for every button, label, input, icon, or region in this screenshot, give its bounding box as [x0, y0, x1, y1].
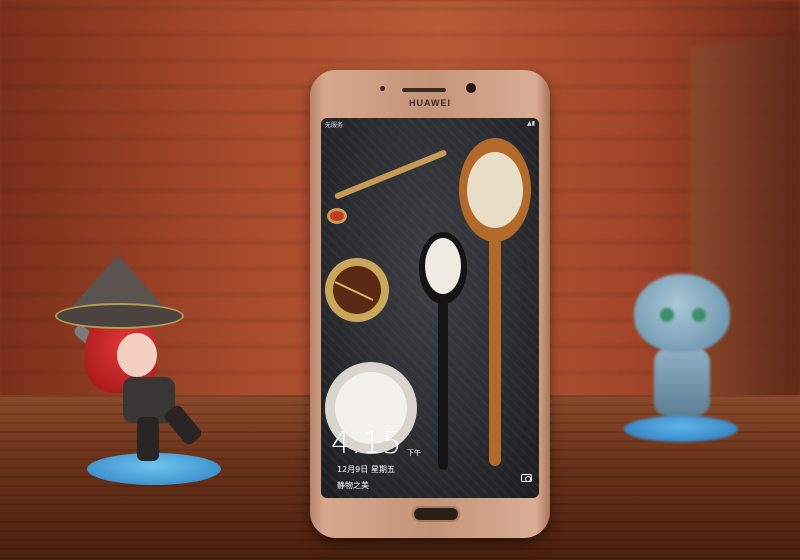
figurine-leg — [162, 403, 204, 447]
proximity-sensor — [380, 86, 385, 91]
brass-bowl — [325, 258, 389, 322]
lockscreen-ampm: 下午 — [407, 449, 421, 457]
status-indicators: ▲▮ — [527, 120, 535, 127]
figurine-base — [624, 416, 738, 442]
large-wooden-spoon — [459, 138, 531, 466]
lockscreen-weekday: 星期五 — [371, 465, 395, 474]
figurine-eye — [692, 308, 706, 322]
smartphone: HUAWEI 无服务 ▲▮ 4:15 下午 12月9日 星期五 静物之美 — [310, 70, 550, 538]
figurine-body — [654, 348, 710, 416]
lockscreen-date: 12月9日 — [337, 465, 369, 474]
blue-figurine — [620, 270, 750, 450]
fingerprint-home-button[interactable] — [412, 506, 460, 522]
status-carrier: 无服务 — [325, 122, 344, 129]
earpiece-speaker — [402, 88, 446, 92]
figurine-leg — [137, 417, 159, 461]
figurine-eye — [660, 308, 674, 322]
witch-figurine — [55, 245, 235, 495]
lockscreen-time: 4:15 — [331, 426, 403, 461]
front-camera — [466, 83, 476, 93]
small-spoon — [327, 150, 447, 224]
figurine-head — [634, 274, 730, 352]
wallpaper-caption: 静物之美 — [337, 481, 369, 490]
hat-brim — [55, 303, 184, 329]
camera-icon[interactable] — [521, 474, 532, 482]
black-spoon — [419, 232, 467, 470]
figurine-face — [117, 333, 157, 377]
lock-screen[interactable]: 无服务 ▲▮ 4:15 下午 12月9日 星期五 静物之美 — [321, 118, 539, 498]
brand-logo: HUAWEI — [409, 98, 451, 108]
